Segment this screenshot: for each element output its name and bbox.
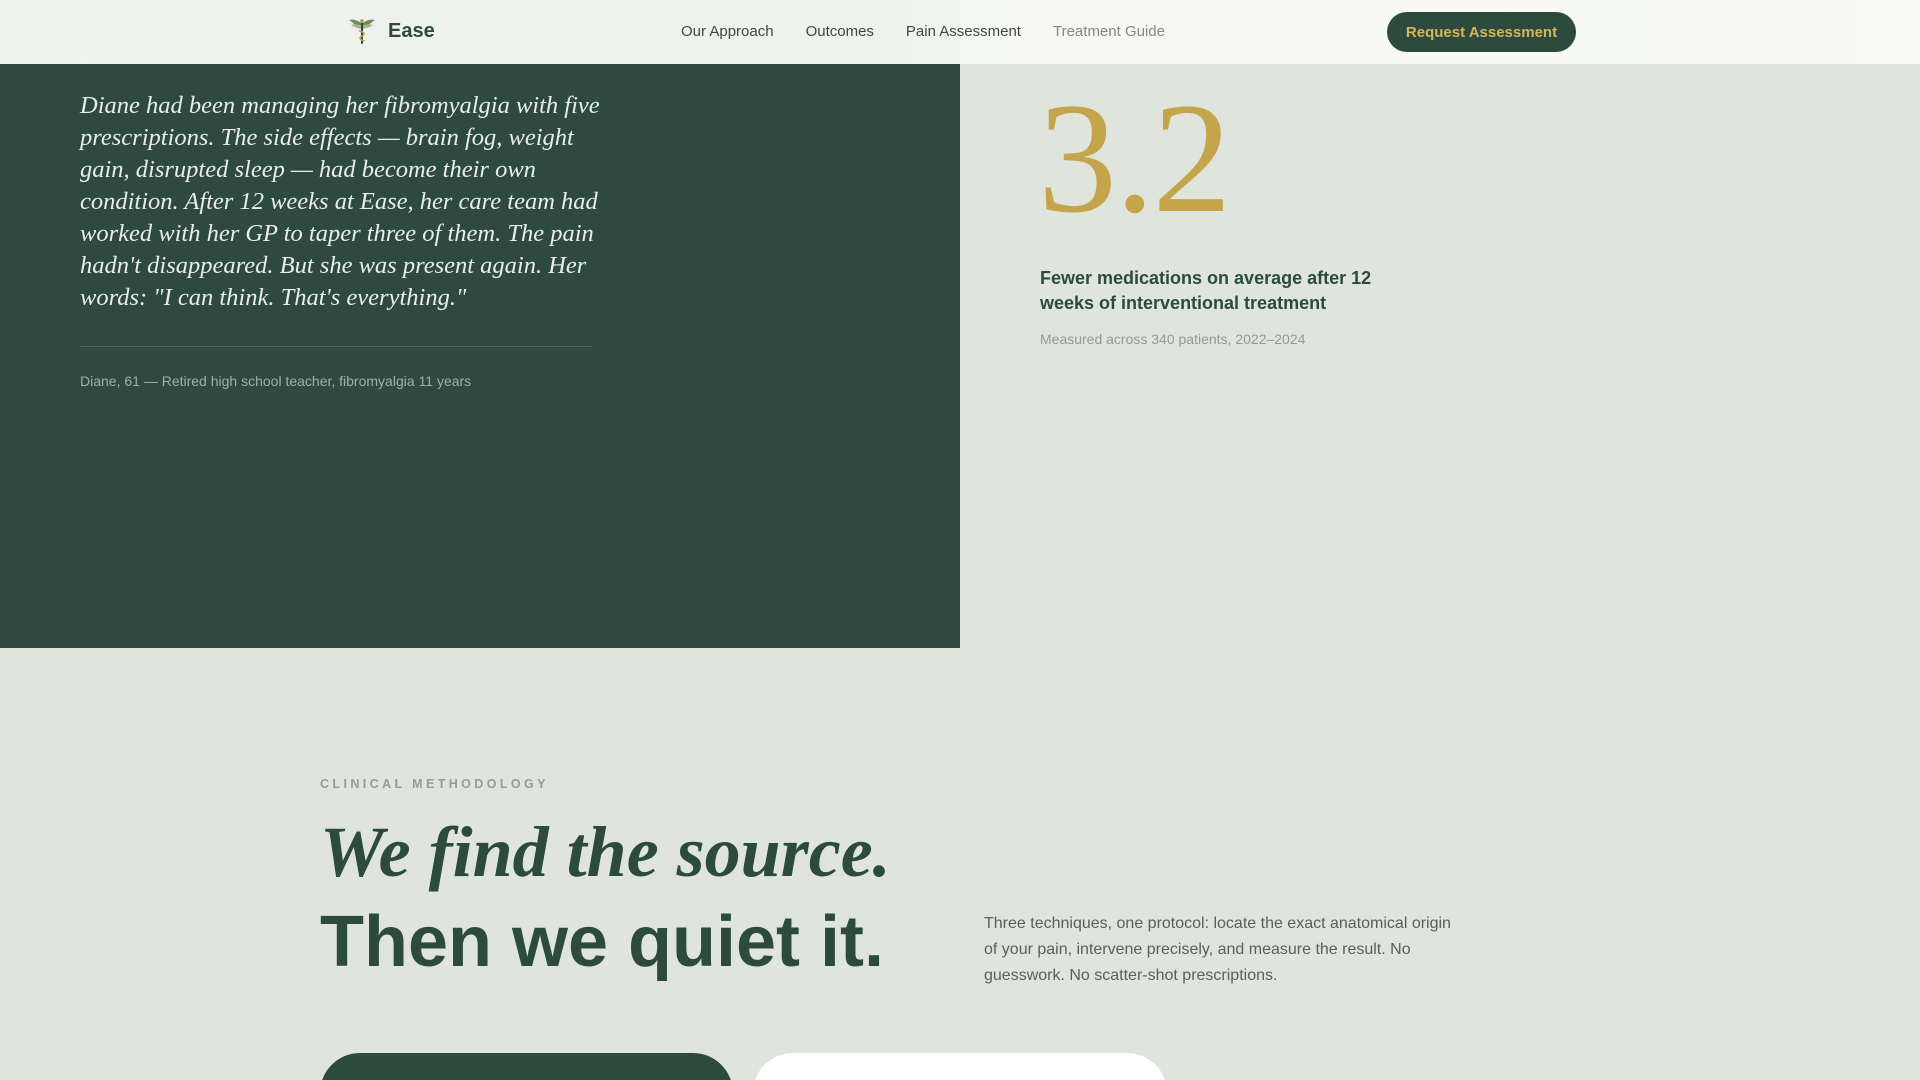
page: Diane had been managing her fibromyalgia…	[0, 0, 1920, 1080]
section-eyebrow: CLINICAL METHODOLOGY	[320, 777, 549, 791]
brand-name: Ease	[388, 19, 435, 42]
winged-caduceus-icon	[349, 19, 375, 44]
brand-logo-link[interactable]: Ease	[348, 16, 435, 46]
nav-link-outcomes[interactable]: Outcomes	[806, 23, 874, 40]
request-assessment-button[interactable]: Request Assessment	[1387, 12, 1576, 52]
stat-note: Measured across 340 patients, 2022–2024	[1040, 331, 1306, 347]
technique-tab[interactable]	[753, 1053, 1167, 1080]
nav-link-our-approach[interactable]: Our Approach	[681, 23, 774, 40]
technique-tab-active[interactable]	[320, 1053, 733, 1080]
testimonial-panel: Diane had been managing her fibromyalgia…	[0, 0, 960, 648]
testimonial-attribution: Diane, 61 — Retired high school teacher,…	[80, 373, 472, 389]
nav-link-treatment-guide[interactable]: Treatment Guide	[1053, 23, 1165, 40]
methodology-intro: Three techniques, one protocol: locate t…	[984, 915, 1451, 984]
divider	[80, 346, 592, 347]
headline-bold: Then we quiet it.	[320, 902, 885, 982]
stat-number: 3.2	[1038, 71, 1231, 246]
headline-italic: We find the source.	[320, 812, 891, 892]
top-navbar: Ease Our Approach Outcomes Pain Assessme…	[0, 0, 1920, 64]
testimonial-quote: Diane had been managing her fibromyalgia…	[80, 92, 600, 311]
stat-label: Fewer medications on average after 12 we…	[1040, 268, 1372, 313]
nav-links: Our Approach Outcomes Pain Assessment Tr…	[681, 23, 1165, 40]
nav-link-pain-assessment[interactable]: Pain Assessment	[906, 23, 1021, 40]
